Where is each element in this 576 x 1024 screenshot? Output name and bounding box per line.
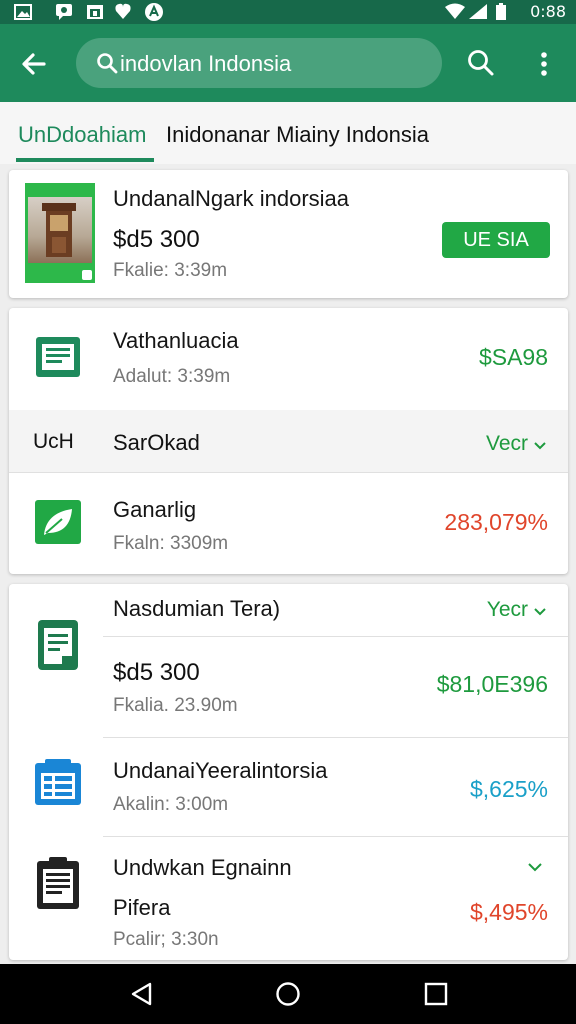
view-link[interactable]: Yecr xyxy=(487,598,546,622)
search-icon xyxy=(96,52,118,74)
list-item[interactable]: Vathanluacia Adalut: 3:39m $SA98 xyxy=(9,308,568,410)
item-title: $d5 300 xyxy=(113,659,200,686)
product-image xyxy=(28,197,92,263)
featured-action-button[interactable]: UE SIA xyxy=(442,222,550,258)
calendar-icon xyxy=(86,3,104,20)
back-nav-icon[interactable] xyxy=(128,980,156,1008)
back-arrow-icon[interactable] xyxy=(18,48,50,80)
chevron-down-icon[interactable] xyxy=(528,859,542,877)
status-time: 0:88 xyxy=(530,2,566,21)
section-title: SarOkad xyxy=(113,430,200,455)
view-link-label[interactable]: Vecr xyxy=(486,432,528,456)
item-meta: Fkaln: 3309m xyxy=(113,533,229,554)
chevron-down-icon xyxy=(534,432,546,456)
list-item[interactable]: Ganarlig Fkaln: 3309m 283,079% xyxy=(9,473,568,574)
item-amount: 283,079% xyxy=(444,509,548,535)
recents-nav-icon[interactable] xyxy=(422,980,450,1008)
more-options-icon[interactable] xyxy=(538,50,550,78)
item-title: UndanaiYeeralintorsia xyxy=(113,758,328,783)
item-title: Ganarlig xyxy=(113,497,197,522)
image-badge-icon xyxy=(82,270,92,280)
item-meta: Fkalia. 23.90m xyxy=(113,695,238,716)
leaf-icon xyxy=(33,497,83,547)
item-meta: Akalin: 3:00m xyxy=(113,794,229,815)
signal-icon xyxy=(468,3,488,20)
item-amount: $,625% xyxy=(469,776,548,802)
search-button-icon[interactable] xyxy=(466,48,496,78)
page-title: Inidonanar Miainy Indonsia xyxy=(166,122,429,147)
featured-price: $d5 300 xyxy=(113,226,200,253)
section-header: UcH SarOkad Vecr xyxy=(9,410,568,472)
list-card: Nasdumian Tera) Yecr $d5 300 Fkalia. 23.… xyxy=(9,584,568,960)
item-subtitle: Pifera xyxy=(113,895,171,920)
home-nav-icon[interactable] xyxy=(274,980,302,1008)
chevron-down-icon xyxy=(534,598,546,622)
wifi-icon xyxy=(444,3,466,20)
gallery-icon xyxy=(14,3,32,20)
featured-title: UndanalNgark indorsiaa xyxy=(113,186,350,211)
tab-indicator xyxy=(16,158,154,162)
settings-icon xyxy=(144,2,164,21)
view-link[interactable]: Vecr xyxy=(486,432,546,456)
navigation-bar xyxy=(0,964,576,1024)
battery-icon xyxy=(494,2,508,20)
list-item[interactable]: $d5 300 Fkalia. 23.90m $81,0E396 xyxy=(9,637,568,737)
list-card: Vathanluacia Adalut: 3:39m $SA98 UcH Sar… xyxy=(9,308,568,574)
document-icon xyxy=(33,332,83,382)
featured-card[interactable]: UndanalNgark indorsiaa $d5 300 Fkalie: 3… xyxy=(9,170,568,298)
search-field[interactable]: indovlan Indonsia xyxy=(76,38,442,88)
item-title: Undwkan Egnainn xyxy=(113,855,292,880)
section-header: Nasdumian Tera) Yecr xyxy=(9,584,568,636)
list-item[interactable]: Undwkan Egnainn Pifera Pcalir; 3:30n $,4… xyxy=(9,837,568,960)
item-meta: Adalut: 3:39m xyxy=(113,366,231,387)
item-title: Vathanluacia xyxy=(113,328,239,353)
search-query[interactable]: indovlan Indonsia xyxy=(120,51,291,77)
tab-bar: UnDdoahiam Inidonanar Miainy Indonsia xyxy=(0,102,576,164)
view-link-label[interactable]: Yecr xyxy=(487,598,528,622)
item-amount: $81,0E396 xyxy=(436,671,548,697)
section-abbr: UcH xyxy=(33,430,74,453)
calendar-doc-icon xyxy=(33,758,83,808)
item-meta: Pcalir; 3:30n xyxy=(113,929,219,950)
messenger-icon xyxy=(54,3,74,20)
section-title: Nasdumian Tera) xyxy=(113,596,281,621)
location-icon xyxy=(114,3,132,20)
product-thumbnail xyxy=(25,183,95,283)
item-amount: $SA98 xyxy=(478,344,548,370)
item-amount: $,495% xyxy=(469,899,548,925)
featured-meta: Fkalie: 3:39m xyxy=(113,260,228,281)
status-bar: 0:88 xyxy=(0,0,576,24)
app-bar: indovlan Indonsia xyxy=(0,24,576,102)
list-item[interactable]: UndanaiYeeralintorsia Akalin: 3:00m $,62… xyxy=(9,738,568,836)
clipboard-icon xyxy=(33,857,83,909)
tab-active[interactable]: UnDdoahiam xyxy=(18,122,146,148)
